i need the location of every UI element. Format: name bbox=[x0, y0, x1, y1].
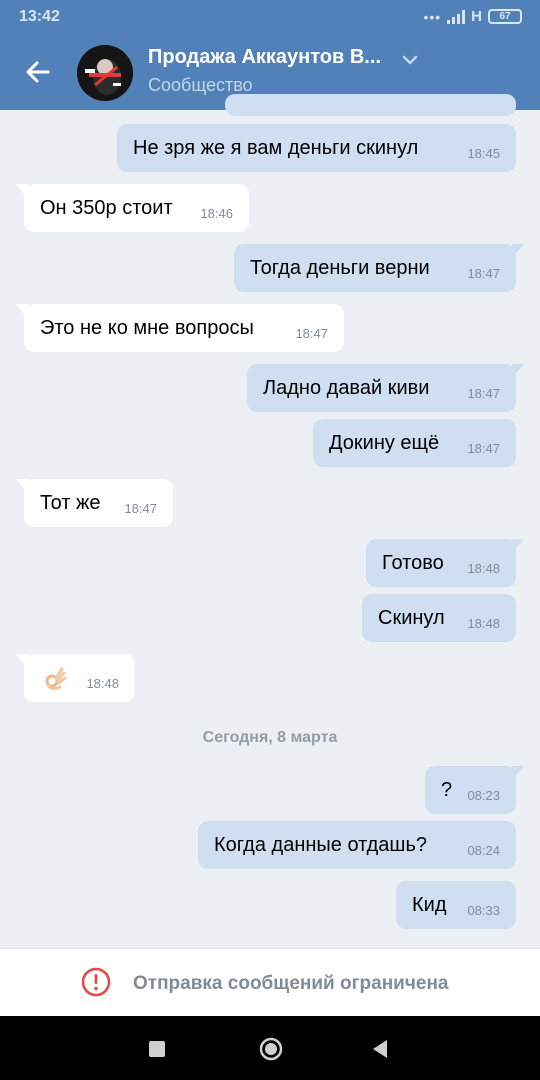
message-time: 18:48 bbox=[86, 676, 119, 691]
triangle-back-icon bbox=[373, 1040, 387, 1058]
message-bubble[interactable]: Готово 18:48 bbox=[366, 539, 524, 587]
message-bubble[interactable]: Кид 08:33 bbox=[396, 881, 516, 929]
status-icons: ••• H 67 bbox=[423, 8, 522, 25]
message-text: Ладно давай киви bbox=[263, 377, 430, 399]
date-separator: Сегодня, 8 марта bbox=[202, 729, 338, 746]
message-time: 18:47 bbox=[467, 441, 500, 456]
message-text: Когда данные отдашь? bbox=[214, 834, 428, 856]
message-text: Готово bbox=[382, 552, 444, 574]
message-text: ? bbox=[441, 779, 453, 801]
message-time: 08:24 bbox=[467, 843, 500, 858]
message-text: Тот же bbox=[40, 492, 101, 514]
message-bubble[interactable]: Скинул 18:48 bbox=[362, 594, 516, 642]
message-partial bbox=[225, 94, 516, 116]
chat-title: Продажа Аккаунтов В... bbox=[148, 46, 381, 68]
avatar-image bbox=[77, 45, 133, 101]
message-bubble[interactable]: Он 350р стоит 18:46 bbox=[16, 184, 249, 232]
message-time: 18:47 bbox=[467, 386, 500, 401]
message-bubble[interactable]: Докину ещё 18:47 bbox=[313, 419, 516, 467]
back-nav-button[interactable] bbox=[370, 1038, 390, 1065]
message-text: Он 350р стоит bbox=[40, 197, 173, 219]
square-icon bbox=[149, 1041, 165, 1057]
message-time: 18:47 bbox=[295, 326, 328, 341]
message-bubble[interactable]: Не зря же я вам деньги скинул 18:45 bbox=[117, 124, 516, 172]
ok-hand-emoji-icon bbox=[42, 665, 68, 697]
restriction-notice: Отправка сообщений ограничена bbox=[133, 973, 449, 994]
message-time: 18:47 bbox=[124, 501, 157, 516]
home-button[interactable] bbox=[258, 1036, 284, 1067]
status-time: 13:42 bbox=[19, 8, 60, 25]
chat-title-area[interactable]: Продажа Аккаунтов В... Сообщество bbox=[148, 46, 438, 96]
community-avatar[interactable] bbox=[77, 45, 133, 101]
signal-icon bbox=[447, 9, 466, 24]
message-time: 08:33 bbox=[467, 903, 500, 918]
message-bubble[interactable]: Тогда деньги верни 18:47 bbox=[234, 244, 524, 292]
battery-icon: 67 bbox=[488, 9, 522, 24]
message-bubble[interactable]: Когда данные отдашь? 08:24 bbox=[198, 821, 516, 869]
message-text: Скинул bbox=[378, 607, 445, 629]
status-bar: 13:42 ••• H 67 bbox=[0, 0, 540, 34]
message-time: 18:47 bbox=[467, 266, 500, 281]
message-text: Докину ещё bbox=[329, 432, 440, 454]
message-bubble[interactable]: Это не ко мне вопросы 18:47 bbox=[16, 304, 344, 352]
back-button[interactable] bbox=[22, 56, 54, 88]
message-time: 18:45 bbox=[467, 146, 500, 161]
recents-button[interactable] bbox=[148, 1040, 166, 1063]
network-type: H bbox=[471, 8, 482, 25]
message-bubble[interactable]: 18:48 bbox=[16, 654, 135, 702]
arrow-left-icon bbox=[26, 61, 50, 83]
message-text: Это не ко мне вопросы bbox=[40, 317, 254, 339]
message-list[interactable]: Не зря же я вам деньги скинул 18:45 Он 3… bbox=[0, 94, 540, 948]
message-text: Кид bbox=[412, 894, 447, 916]
messaging-restricted-bar: Отправка сообщений ограничена bbox=[0, 948, 540, 1016]
warning-icon bbox=[81, 967, 111, 997]
message-bubble[interactable]: Ладно давай киви 18:47 bbox=[247, 364, 524, 412]
home-circle-icon bbox=[259, 1037, 283, 1061]
message-text: Не зря же я вам деньги скинул bbox=[133, 137, 419, 159]
chat-subtitle: Сообщество bbox=[148, 75, 253, 95]
chevron-down-icon[interactable] bbox=[400, 52, 420, 68]
notification-dots-icon: ••• bbox=[423, 8, 442, 25]
message-time: 18:48 bbox=[467, 561, 500, 576]
message-time: 18:48 bbox=[467, 616, 500, 631]
message-text: Тогда деньги верни bbox=[250, 257, 430, 279]
message-time: 18:46 bbox=[200, 206, 233, 221]
system-nav-bar bbox=[0, 1016, 540, 1080]
message-bubble[interactable]: ? 08:23 bbox=[425, 766, 524, 814]
message-bubble[interactable]: Тот же 18:47 bbox=[16, 479, 173, 527]
message-time: 08:23 bbox=[467, 788, 500, 803]
